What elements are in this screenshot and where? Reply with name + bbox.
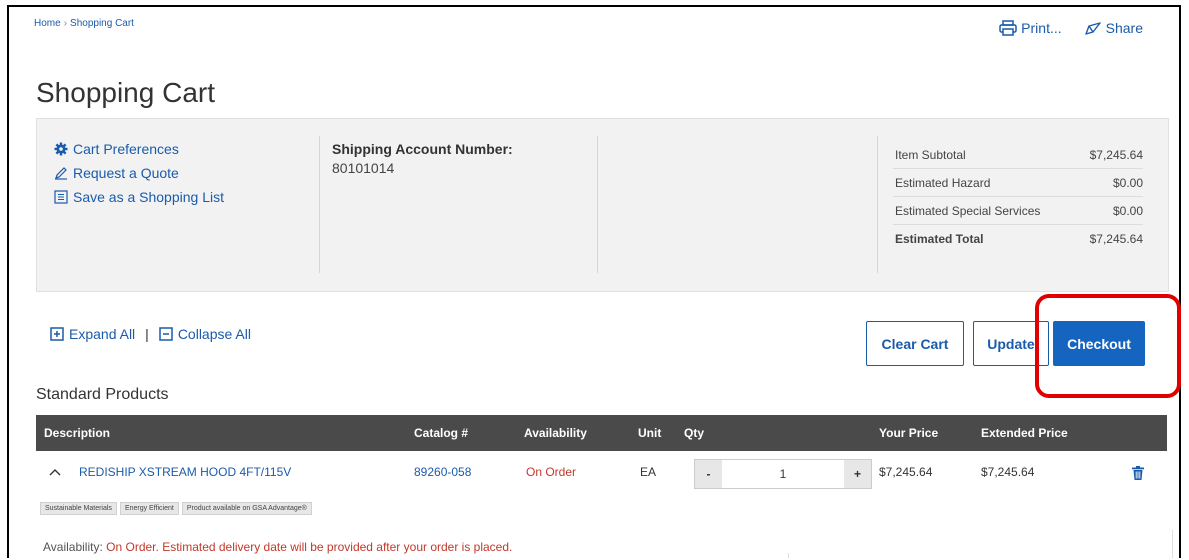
collapse-all-link[interactable]: Collapse All bbox=[178, 326, 251, 342]
product-tags: Sustainable Materials Energy Efficient P… bbox=[40, 502, 312, 515]
your-price-value: $7,245.64 bbox=[879, 465, 933, 479]
totals-label: Estimated Total bbox=[895, 232, 984, 246]
save-shopping-list-link[interactable]: Save as a Shopping List bbox=[54, 189, 224, 205]
quantity-stepper: - 1 + bbox=[694, 459, 872, 489]
plus-box-icon bbox=[50, 327, 64, 341]
printer-icon bbox=[999, 20, 1017, 36]
print-button[interactable]: Print... bbox=[999, 20, 1062, 36]
column-header-catalog: Catalog # bbox=[414, 426, 469, 440]
trash-icon[interactable] bbox=[1132, 466, 1144, 480]
extended-price-value: $7,245.64 bbox=[981, 465, 1035, 479]
list-icon bbox=[54, 190, 68, 204]
column-header-qty: Qty bbox=[684, 426, 705, 440]
catalog-number-link[interactable]: 89260-058 bbox=[414, 465, 471, 479]
top-actions: Print... Share bbox=[999, 20, 1143, 36]
column-header-description: Description bbox=[44, 426, 111, 440]
cart-preferences-list: Cart Preferences Request a Quote Save as… bbox=[54, 141, 224, 213]
page-frame: Home › Shopping Cart Print... Share Shoppi… bbox=[7, 5, 1181, 558]
update-button[interactable]: Update bbox=[973, 321, 1049, 366]
unit-value: EA bbox=[640, 465, 657, 479]
totals-value: $7,245.64 bbox=[1089, 232, 1143, 246]
totals-label: Item Subtotal bbox=[895, 148, 966, 162]
share-icon bbox=[1084, 22, 1101, 35]
qty-decrement-button[interactable]: - bbox=[695, 460, 722, 488]
page-content: Home › Shopping Cart Print... Share Shoppi… bbox=[9, 7, 1181, 558]
column-header-your-price: Your Price bbox=[879, 426, 939, 440]
share-button[interactable]: Share bbox=[1084, 20, 1143, 36]
save-shopping-list-label: Save as a Shopping List bbox=[73, 189, 224, 205]
breadcrumb-current: Shopping Cart bbox=[70, 18, 134, 29]
cart-preferences-label: Cart Preferences bbox=[73, 141, 179, 157]
divider: | bbox=[145, 326, 149, 342]
totals-value: $0.00 bbox=[1112, 204, 1143, 218]
shipping-account: Shipping Account Number: 80101014 bbox=[332, 141, 513, 176]
totals-label: Estimated Special Services bbox=[895, 204, 1041, 218]
edit-icon bbox=[55, 167, 67, 180]
expand-collapse-controls: Expand All | Collapse All bbox=[50, 326, 251, 342]
tag-badge: Product available on GSA Advantage® bbox=[181, 502, 312, 515]
totals-label: Estimated Hazard bbox=[895, 176, 991, 190]
clear-cart-button[interactable]: Clear Cart bbox=[866, 321, 964, 366]
request-quote-link[interactable]: Request a Quote bbox=[54, 165, 224, 181]
cart-summary-panel: Cart Preferences Request a Quote Save as… bbox=[36, 118, 1169, 292]
shipping-account-label: Shipping Account Number: bbox=[332, 141, 513, 157]
availability-status: On Order bbox=[526, 465, 577, 479]
print-label: Print... bbox=[1021, 20, 1062, 36]
table-row: REDISHIP XSTREAM HOOD 4FT/115V 89260-058… bbox=[36, 451, 1167, 499]
tag-badge: Energy Efficient bbox=[119, 502, 179, 515]
qty-increment-button[interactable]: + bbox=[844, 460, 871, 488]
availability-note-message: Estimated delivery date will be provided… bbox=[162, 540, 513, 554]
expand-all-link[interactable]: Expand All bbox=[69, 326, 135, 342]
panel-divider bbox=[877, 136, 878, 273]
availability-note: Availability: On Order. Estimated delive… bbox=[43, 540, 512, 554]
share-label: Share bbox=[1105, 20, 1143, 36]
shipping-account-number: 80101014 bbox=[332, 160, 395, 176]
breadcrumb-home[interactable]: Home bbox=[34, 18, 61, 29]
chevron-up-icon[interactable] bbox=[49, 468, 61, 476]
totals-row-grand: Estimated Total $7,245.64 bbox=[893, 225, 1143, 253]
qty-input[interactable]: 1 bbox=[722, 460, 844, 488]
totals-row: Item Subtotal $7,245.64 bbox=[893, 141, 1143, 169]
totals-row: Estimated Special Services $0.00 bbox=[893, 197, 1143, 225]
panel-divider bbox=[788, 553, 789, 558]
panel-divider bbox=[1172, 530, 1173, 558]
checkout-button[interactable]: Checkout bbox=[1053, 321, 1145, 366]
column-header-availability: Availability bbox=[524, 426, 587, 440]
page-title: Shopping Cart bbox=[36, 77, 216, 108]
panel-divider bbox=[319, 136, 320, 273]
totals-row: Estimated Hazard $0.00 bbox=[893, 169, 1143, 197]
panel-divider bbox=[597, 136, 598, 273]
table-header: Description Catalog # Availability Unit … bbox=[36, 415, 1167, 451]
totals-value: $0.00 bbox=[1112, 176, 1143, 190]
order-totals: Item Subtotal $7,245.64 Estimated Hazard… bbox=[893, 141, 1143, 253]
breadcrumb-separator: › bbox=[63, 18, 68, 29]
tag-badge: Sustainable Materials bbox=[40, 502, 117, 515]
gear-icon bbox=[54, 142, 68, 156]
product-description-link[interactable]: REDISHIP XSTREAM HOOD 4FT/115V bbox=[79, 465, 291, 479]
column-header-unit: Unit bbox=[638, 426, 662, 440]
column-header-extended-price: Extended Price bbox=[981, 426, 1068, 440]
cart-preferences-link[interactable]: Cart Preferences bbox=[54, 141, 224, 157]
totals-value: $7,245.64 bbox=[1089, 148, 1143, 162]
availability-note-status: On Order. bbox=[106, 540, 159, 554]
availability-note-label: Availability: bbox=[43, 540, 103, 554]
minus-box-icon bbox=[159, 327, 173, 341]
breadcrumb: Home › Shopping Cart bbox=[34, 18, 134, 29]
request-quote-label: Request a Quote bbox=[73, 165, 179, 181]
section-title: Standard Products bbox=[36, 386, 169, 403]
